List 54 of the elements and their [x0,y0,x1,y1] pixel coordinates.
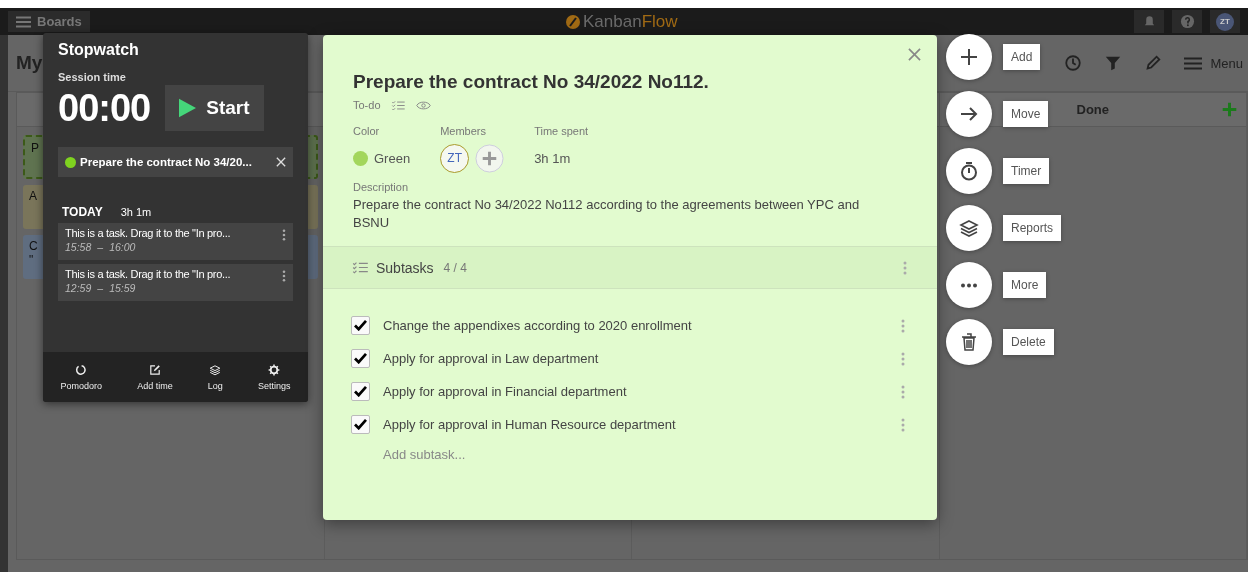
today-label: TODAY [62,205,103,219]
task-title: Prepare the contract No 34/2022 No112. [353,71,710,93]
task-name: Prepare the contract No 34/20... [80,156,252,168]
action-label[interactable]: Add [1003,44,1041,70]
subtask-text[interactable]: Apply for approval in Law department [383,351,599,366]
logo-text-accent: Flow [641,12,678,32]
session-label: Session time [58,71,127,83]
action-label[interactable]: Reports [1003,215,1062,241]
start-time: 15:58 [65,241,92,253]
entry-title: This is a task. Drag it to the "In pro... [65,268,232,280]
start-button[interactable]: Start [165,85,264,131]
subtasks-count: 4 / 4 [443,260,467,275]
time-separator: – [97,282,104,294]
footer-button[interactable]: Add time [137,363,173,391]
footer-button[interactable]: Log [207,363,223,391]
action-label[interactable]: More [1003,272,1047,298]
footer-button[interactable]: Pomodoro [60,363,103,391]
color-value[interactable]: Green [374,150,411,166]
subtasks-title: Subtasks [376,259,434,276]
footer-button[interactable]: Settings [257,363,291,391]
subtask-text[interactable]: Apply for approval in Financial department [383,384,627,399]
action-label[interactable]: Timer [1003,158,1050,184]
start-time: 12:59 [65,282,92,294]
field-label: Members [440,125,487,137]
task-description[interactable]: Prepare the contract No 34/2022 No112 according to the agreements between YPC and BSNU [353,196,893,232]
field-label: Time spent [534,125,589,137]
selected-task[interactable]: Prepare the contract No 34/20... [58,147,293,177]
end-time: 16:00 [109,241,136,253]
column-title: Done [1076,102,1109,117]
time-entry[interactable]: This is a task. Drag it to the "In pro... 12:59 – 15:59 [58,264,293,301]
subtask-text[interactable]: Apply for approval in Human Resource department [383,417,676,432]
action-label[interactable]: Move [1003,101,1049,127]
column-name: To-do [353,99,381,111]
end-time: 15:59 [109,282,136,294]
card-title: A [29,189,37,203]
entry-title: This is a task. Drag it to the "In pro... [65,227,232,239]
field-label: Color [353,125,381,137]
user-avatar[interactable]: ZT [1210,10,1240,33]
logo-text: Kanban [583,12,642,32]
time-separator: – [97,241,104,253]
card-title: P [31,141,39,155]
panel-title: Stopwatch [58,41,140,59]
time-spent-value: 3h 1m [534,150,571,166]
timer-display: 00:00 [58,86,151,130]
today-total: 3h 1m [120,206,152,218]
card-title: C [29,239,38,253]
subtask-text[interactable]: Change the appendixes according to 2020 enrollment [383,318,692,333]
member-avatar[interactable]: ZT [440,143,470,173]
add-subtask-field[interactable]: Add subtask... [383,445,683,464]
card-text: " [29,253,34,267]
action-label[interactable]: Delete [1003,329,1054,355]
board-title: My [16,52,43,74]
time-entry[interactable]: This is a task. Drag it to the "In pro... 15:58 – 16:00 [58,223,293,260]
field-label: Description [353,181,410,193]
